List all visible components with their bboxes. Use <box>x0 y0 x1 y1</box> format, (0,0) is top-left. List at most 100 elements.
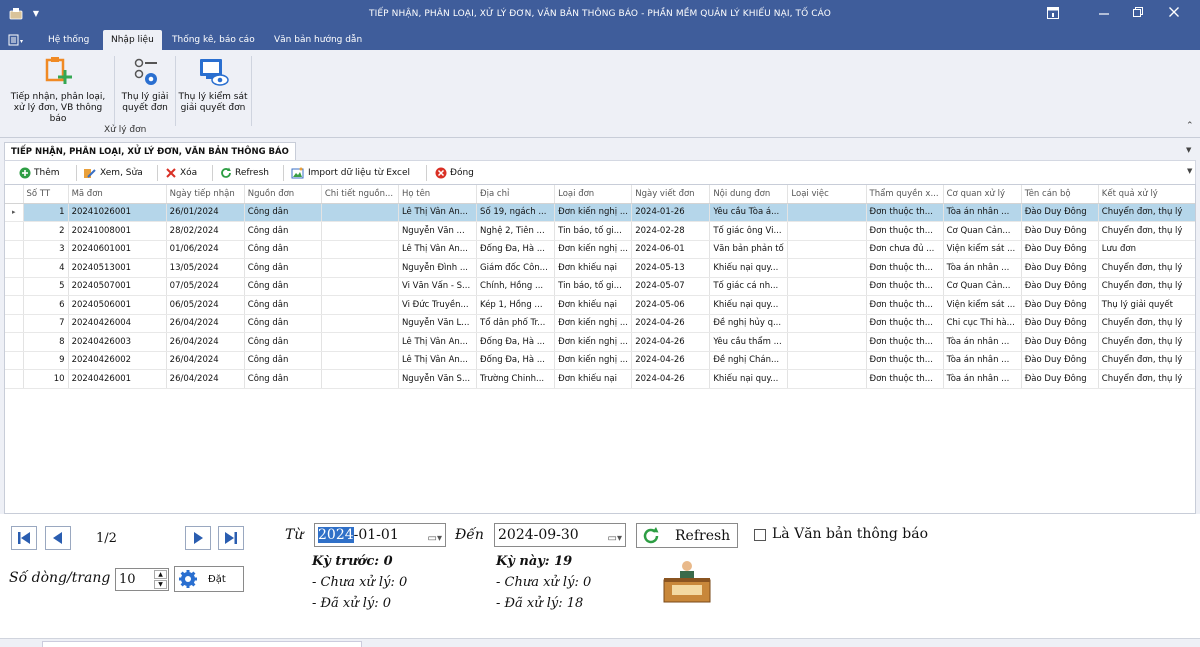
table-cell[interactable]: Khiếu nại quy... <box>709 369 789 389</box>
table-cell[interactable]: Công dân <box>244 295 322 315</box>
add-button[interactable]: Thêm <box>19 165 60 181</box>
table-cell[interactable]: Tin báo, tố gi... <box>554 221 633 241</box>
column-header[interactable]: Thẩm quyền x... <box>866 185 944 204</box>
table-cell[interactable] <box>321 369 399 389</box>
table-cell[interactable]: Đào Duy Đông <box>1021 258 1099 278</box>
table-cell[interactable]: 20240506001 <box>68 295 167 315</box>
table-cell[interactable]: 26/04/2024 <box>166 314 245 333</box>
table-cell[interactable]: 20240601001 <box>68 240 167 259</box>
table-cell[interactable] <box>321 240 399 259</box>
table-row[interactable]: 6 20240506001 06/05/2024 Công dân Vi Đức Tru… <box>5 295 1195 315</box>
table-row[interactable]: 10 20240426001 26/04/2024 Công dân Nguyễn Vă… <box>5 369 1195 389</box>
table-cell[interactable]: Giám đốc Côn... <box>476 258 556 278</box>
table-cell[interactable] <box>787 314 867 333</box>
document-tab[interactable]: TIẾP NHẬN, PHÂN LOẠI, XỬ LÝ ĐƠN, VĂN BẢN… <box>4 142 296 160</box>
import-excel-button[interactable]: Import dữ liệu từ Excel <box>291 165 410 181</box>
table-cell[interactable]: 7 <box>23 314 69 333</box>
table-cell[interactable]: Công dân <box>244 221 322 241</box>
table-cell[interactable]: 2 <box>23 221 69 241</box>
table-cell[interactable]: Đơn thuộc th... <box>866 332 944 352</box>
row-indicator[interactable] <box>5 295 24 315</box>
table-cell[interactable]: Đống Đa, Hà ... <box>476 240 556 259</box>
table-cell[interactable]: Viện kiểm sát ... <box>943 240 1022 259</box>
table-cell[interactable]: Chuyển đơn, thụ lý <box>1098 351 1195 370</box>
table-cell[interactable]: 20240426004 <box>68 314 167 333</box>
table-row[interactable]: 8 20240426003 26/04/2024 Công dân Lê Thị Vân… <box>5 332 1195 352</box>
table-cell[interactable]: Đơn thuộc th... <box>866 221 944 241</box>
row-indicator[interactable] <box>5 314 24 333</box>
rows-per-page-input[interactable]: 10 ▲ ▼ <box>115 568 169 591</box>
table-cell[interactable]: Đào Duy Đông <box>1021 221 1099 241</box>
table-cell[interactable]: 26/04/2024 <box>166 369 245 389</box>
table-cell[interactable]: Nguyễn Văn L... <box>398 314 478 333</box>
table-cell[interactable]: Công dân <box>244 332 322 352</box>
table-cell[interactable] <box>787 369 867 389</box>
table-cell[interactable]: 20241008001 <box>68 221 167 241</box>
table-cell[interactable]: 2024-02-28 <box>631 221 711 241</box>
column-header[interactable]: Ngày viết đơn <box>631 185 711 204</box>
table-cell[interactable]: Lê Thị Vân An... <box>398 332 478 352</box>
table-cell[interactable]: 9 <box>23 351 69 370</box>
column-header[interactable]: Loại việc <box>787 185 867 204</box>
table-cell[interactable]: Đơn thuộc th... <box>866 203 944 222</box>
table-cell[interactable]: 2024-04-26 <box>631 332 711 352</box>
minimize-icon[interactable] <box>1096 6 1112 22</box>
calendar-dropdown-icon[interactable]: ▭▾ <box>428 528 442 550</box>
ribbon-display-icon[interactable] <box>1045 6 1061 22</box>
table-cell[interactable]: 26/04/2024 <box>166 351 245 370</box>
table-cell[interactable]: Chuyển đơn, thụ lý <box>1098 369 1195 389</box>
table-cell[interactable]: 20240513001 <box>68 258 167 278</box>
table-cell[interactable]: Đơn kiến nghị ... <box>554 203 633 222</box>
table-cell[interactable]: Trường Chinh... <box>476 369 556 389</box>
table-cell[interactable]: 6 <box>23 295 69 315</box>
table-cell[interactable]: Cơ Quan Cản... <box>943 221 1022 241</box>
table-cell[interactable] <box>787 240 867 259</box>
table-cell[interactable]: Tòa án nhân ... <box>943 258 1022 278</box>
table-row[interactable]: 7 20240426004 26/04/2024 Công dân Nguyễn Văn… <box>5 314 1195 333</box>
table-cell[interactable]: Đơn khiếu nại <box>554 258 633 278</box>
table-cell[interactable] <box>787 203 867 222</box>
table-cell[interactable]: 20241026001 <box>68 203 167 222</box>
table-cell[interactable]: 28/02/2024 <box>166 221 245 241</box>
column-header[interactable]: Họ tên <box>398 185 478 204</box>
table-cell[interactable]: Số 19, ngách ... <box>476 203 556 222</box>
table-cell[interactable]: 10 <box>23 369 69 389</box>
column-header[interactable]: Ngày tiếp nhận <box>166 185 245 204</box>
table-cell[interactable]: 5 <box>23 277 69 296</box>
table-cell[interactable]: 1 <box>23 203 69 222</box>
document-tabs-dropdown-icon[interactable]: ▼ <box>1186 146 1191 154</box>
restore-icon[interactable] <box>1130 6 1146 22</box>
table-cell[interactable]: Đào Duy Đông <box>1021 240 1099 259</box>
table-cell[interactable]: Tố giác ông Vi... <box>709 221 789 241</box>
table-cell[interactable]: Nguyễn Văn S... <box>398 369 478 389</box>
table-cell[interactable]: 20240426002 <box>68 351 167 370</box>
tab-nhap-lieu[interactable]: Nhập liệu <box>103 30 162 50</box>
table-cell[interactable]: Công dân <box>244 314 322 333</box>
table-cell[interactable]: 3 <box>23 240 69 259</box>
table-cell[interactable]: Đơn kiến nghị ... <box>554 240 633 259</box>
column-header[interactable]: Chi tiết nguồn... <box>321 185 399 204</box>
table-cell[interactable] <box>321 258 399 278</box>
table-cell[interactable]: 2024-04-26 <box>631 369 711 389</box>
table-cell[interactable]: Tố giác cá nh... <box>709 277 789 296</box>
from-date-input[interactable]: 2024-01-01 ▭▾ <box>314 523 446 547</box>
table-cell[interactable]: Nguyễn Đình ... <box>398 258 478 278</box>
spin-up-icon[interactable]: ▲ <box>154 570 167 579</box>
table-cell[interactable]: Thụ lý giải quyết <box>1098 295 1195 315</box>
table-cell[interactable]: 06/05/2024 <box>166 295 245 315</box>
thu-ly-giai-quyet-button[interactable]: Thụ lý giải quyết đơn <box>116 54 174 114</box>
column-header[interactable]: Số TT <box>23 185 69 204</box>
refresh-toolbar-button[interactable]: Refresh <box>220 165 269 181</box>
table-cell[interactable] <box>787 351 867 370</box>
table-cell[interactable]: 20240426003 <box>68 332 167 352</box>
table-cell[interactable]: Đào Duy Đông <box>1021 369 1099 389</box>
table-cell[interactable] <box>787 295 867 315</box>
table-cell[interactable]: Đơn thuộc th... <box>866 351 944 370</box>
table-cell[interactable] <box>787 258 867 278</box>
column-header[interactable]: Loại đơn <box>554 185 633 204</box>
table-cell[interactable]: 2024-04-26 <box>631 351 711 370</box>
table-cell[interactable]: Yêu cầu thẩm ... <box>709 332 789 352</box>
table-cell[interactable]: Đống Đa, Hà ... <box>476 332 556 352</box>
first-page-button[interactable] <box>11 526 37 550</box>
table-cell[interactable]: Chuyển đơn, thụ lý <box>1098 221 1195 241</box>
